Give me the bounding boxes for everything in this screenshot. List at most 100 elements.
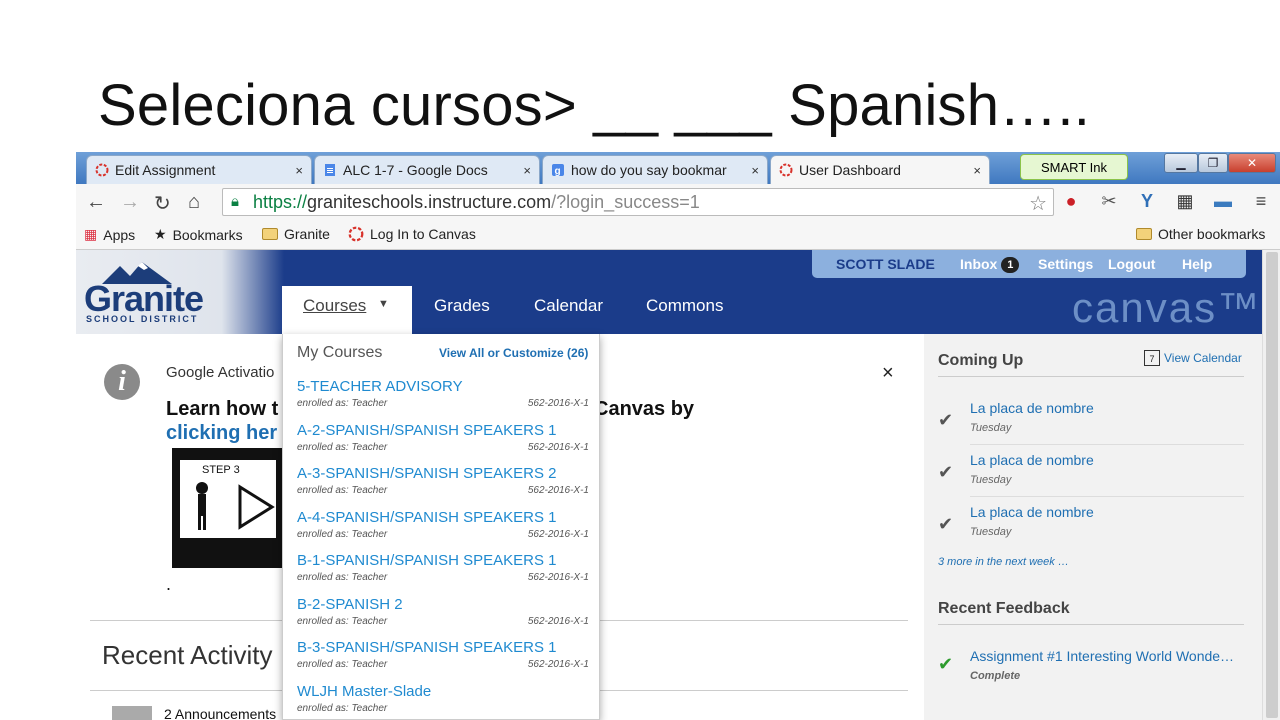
bookmark-login-canvas[interactable]: Log In to Canvas	[348, 226, 476, 242]
star-icon[interactable]: ☆	[1029, 191, 1047, 216]
settings-link[interactable]: Settings	[1038, 256, 1093, 272]
page-scrollbar[interactable]	[1262, 250, 1280, 720]
more-coming-up-link[interactable]: 3 more in the next week …	[938, 556, 1069, 568]
bookmark-label: Log In to Canvas	[370, 226, 476, 242]
canvas-logo-icon	[779, 163, 793, 177]
scissors-icon[interactable]: ✂	[1098, 190, 1120, 212]
course-item[interactable]: A-2-SPANISH/SPANISH SPEAKERS 1 enrolled …	[297, 422, 589, 466]
back-arrow-icon[interactable]: ←	[86, 191, 106, 214]
course-role: enrolled as: Teacher	[297, 616, 388, 627]
course-item[interactable]: B-2-SPANISH 2 enrolled as: Teacher 562-2…	[297, 596, 589, 640]
divider	[938, 376, 1244, 377]
nav-courses[interactable]: Courses ▼	[282, 286, 412, 334]
course-code: 562-2016-X-1	[527, 529, 589, 540]
course-code: 562-2016-X-1	[527, 485, 589, 496]
star-icon: ★	[154, 226, 167, 242]
coming-up-item[interactable]: ✔ La placa de nombre Tuesday	[938, 448, 1244, 500]
pinterest-icon[interactable]: ●	[1060, 190, 1082, 212]
smart-ink-button[interactable]: SMART Ink	[1020, 154, 1128, 180]
course-role: enrolled as: Teacher	[297, 659, 388, 670]
nav-courses-label: Courses	[303, 296, 367, 315]
course-name[interactable]: B-3-SPANISH/SPANISH SPEAKERS 1	[297, 639, 557, 656]
coming-up-item[interactable]: ✔ La placa de nombre Tuesday	[938, 396, 1244, 448]
course-item[interactable]: A-3-SPANISH/SPANISH SPEAKERS 2 enrolled …	[297, 465, 589, 509]
play-icon[interactable]	[236, 484, 276, 530]
coming-up-title[interactable]: La placa de nombre	[970, 400, 1094, 416]
announcement-dot: .	[166, 574, 172, 594]
extension-y-icon[interactable]: Y	[1136, 190, 1158, 212]
help-link[interactable]: Help	[1182, 256, 1212, 272]
calendar-icon: 7	[1144, 350, 1160, 366]
url-host: graniteschools.instructure.com	[307, 191, 552, 212]
announcement-text-end: Canvas by	[594, 398, 695, 420]
course-name[interactable]: A-4-SPANISH/SPANISH SPEAKERS 1	[297, 509, 557, 526]
announcements-count[interactable]: 2 Announcements	[164, 706, 276, 720]
district-logo[interactable]: Granite SCHOOL DISTRICT	[76, 250, 284, 334]
bookmark-granite[interactable]: Granite	[262, 226, 330, 242]
tab-google-docs[interactable]: ALC 1-7 - Google Docs ×	[314, 155, 540, 184]
course-item[interactable]: A-4-SPANISH/SPANISH SPEAKERS 1 enrolled …	[297, 509, 589, 553]
bookmark-apps[interactable]: ▦ Apps	[84, 226, 135, 243]
close-window-button[interactable]: ✕	[1228, 153, 1276, 173]
course-item[interactable]: B-1-SPANISH/SPANISH SPEAKERS 1 enrolled …	[297, 552, 589, 596]
address-bar[interactable]: 🔒︎ https://graniteschools.instructure.co…	[222, 188, 1054, 216]
extension-key-icon[interactable]: ▬	[1212, 190, 1234, 212]
tab-google-search[interactable]: g how do you say bookmar ×	[542, 155, 768, 184]
coming-up-item[interactable]: ✔ La placa de nombre Tuesday	[938, 500, 1244, 552]
video-step-label: STEP 3	[202, 464, 240, 476]
browser-window: Edit Assignment × ALC 1-7 - Google Docs …	[76, 152, 1280, 720]
tab-label: Edit Assignment	[115, 162, 216, 178]
nav-grades[interactable]: Grades	[434, 296, 490, 316]
maximize-button[interactable]: ❐	[1198, 153, 1228, 173]
apps-grid-icon: ▦	[84, 226, 98, 242]
nav-calendar[interactable]: Calendar	[534, 296, 603, 316]
bookmark-label: Granite	[284, 226, 330, 242]
view-calendar-link[interactable]: 7 View Calendar	[1144, 350, 1242, 366]
tab-label: ALC 1-7 - Google Docs	[343, 162, 488, 178]
close-icon[interactable]: ×	[751, 163, 759, 178]
course-name[interactable]: A-2-SPANISH/SPANISH SPEAKERS 1	[297, 422, 557, 439]
logout-link[interactable]: Logout	[1108, 256, 1155, 272]
user-name-link[interactable]: SCOTT SLADE	[836, 256, 935, 272]
announcement-link[interactable]: clicking her	[166, 422, 277, 445]
coming-up-when: Tuesday	[970, 474, 1012, 486]
smart-ink-label: SMART Ink	[1041, 159, 1107, 175]
film-icon[interactable]: ▦	[1174, 190, 1196, 212]
close-icon[interactable]: ×	[882, 362, 894, 385]
tutorial-video[interactable]: STEP 3	[172, 448, 284, 568]
forward-arrow-icon[interactable]: →	[120, 191, 140, 214]
bookmark-bookmarks[interactable]: ★ Bookmarks	[154, 226, 243, 243]
course-name[interactable]: B-1-SPANISH/SPANISH SPEAKERS 1	[297, 552, 557, 569]
minimize-button[interactable]: ▁	[1164, 153, 1198, 173]
divider	[938, 624, 1244, 625]
nav-commons[interactable]: Commons	[646, 296, 723, 316]
bookmark-other[interactable]: Other bookmarks	[1136, 226, 1265, 242]
inbox-link[interactable]: Inbox 1	[960, 256, 1020, 274]
course-item[interactable]: B-3-SPANISH/SPANISH SPEAKERS 1 enrolled …	[297, 639, 589, 683]
course-item[interactable]: WLJH Master-Slade enrolled as: Teacher	[297, 683, 589, 720]
course-name[interactable]: B-2-SPANISH 2	[297, 596, 403, 613]
course-role: enrolled as: Teacher	[297, 572, 388, 583]
course-name[interactable]: 5-TEACHER ADVISORY	[297, 378, 463, 395]
tab-edit-assignment[interactable]: Edit Assignment ×	[86, 155, 312, 184]
course-role: enrolled as: Teacher	[297, 529, 388, 540]
tab-user-dashboard[interactable]: User Dashboard ×	[770, 155, 990, 184]
menu-icon[interactable]: ≡	[1250, 190, 1272, 212]
url-path: /?login_success=1	[551, 191, 700, 212]
reload-icon[interactable]: ↻	[154, 191, 171, 216]
course-name[interactable]: A-3-SPANISH/SPANISH SPEAKERS 2	[297, 465, 557, 482]
coming-up-title[interactable]: La placa de nombre	[970, 504, 1094, 520]
close-icon[interactable]: ×	[973, 163, 981, 178]
view-all-courses-link[interactable]: View All or Customize (26)	[439, 346, 588, 360]
course-item[interactable]: 5-TEACHER ADVISORY enrolled as: Teacher …	[297, 378, 589, 422]
canvas-brand-logo: canvas™	[1072, 284, 1262, 331]
scrollbar-thumb[interactable]	[1266, 252, 1278, 718]
close-icon[interactable]: ×	[295, 163, 303, 178]
coming-up-title[interactable]: La placa de nombre	[970, 452, 1094, 468]
home-icon[interactable]: ⌂	[188, 191, 200, 214]
close-icon[interactable]: ×	[523, 163, 531, 178]
course-name[interactable]: WLJH Master-Slade	[297, 683, 431, 700]
feedback-check-icon: ✔	[938, 654, 954, 674]
feedback-title[interactable]: Assignment #1 Interesting World Wonde…	[970, 648, 1234, 664]
logo-subtitle: SCHOOL DISTRICT	[86, 314, 199, 324]
